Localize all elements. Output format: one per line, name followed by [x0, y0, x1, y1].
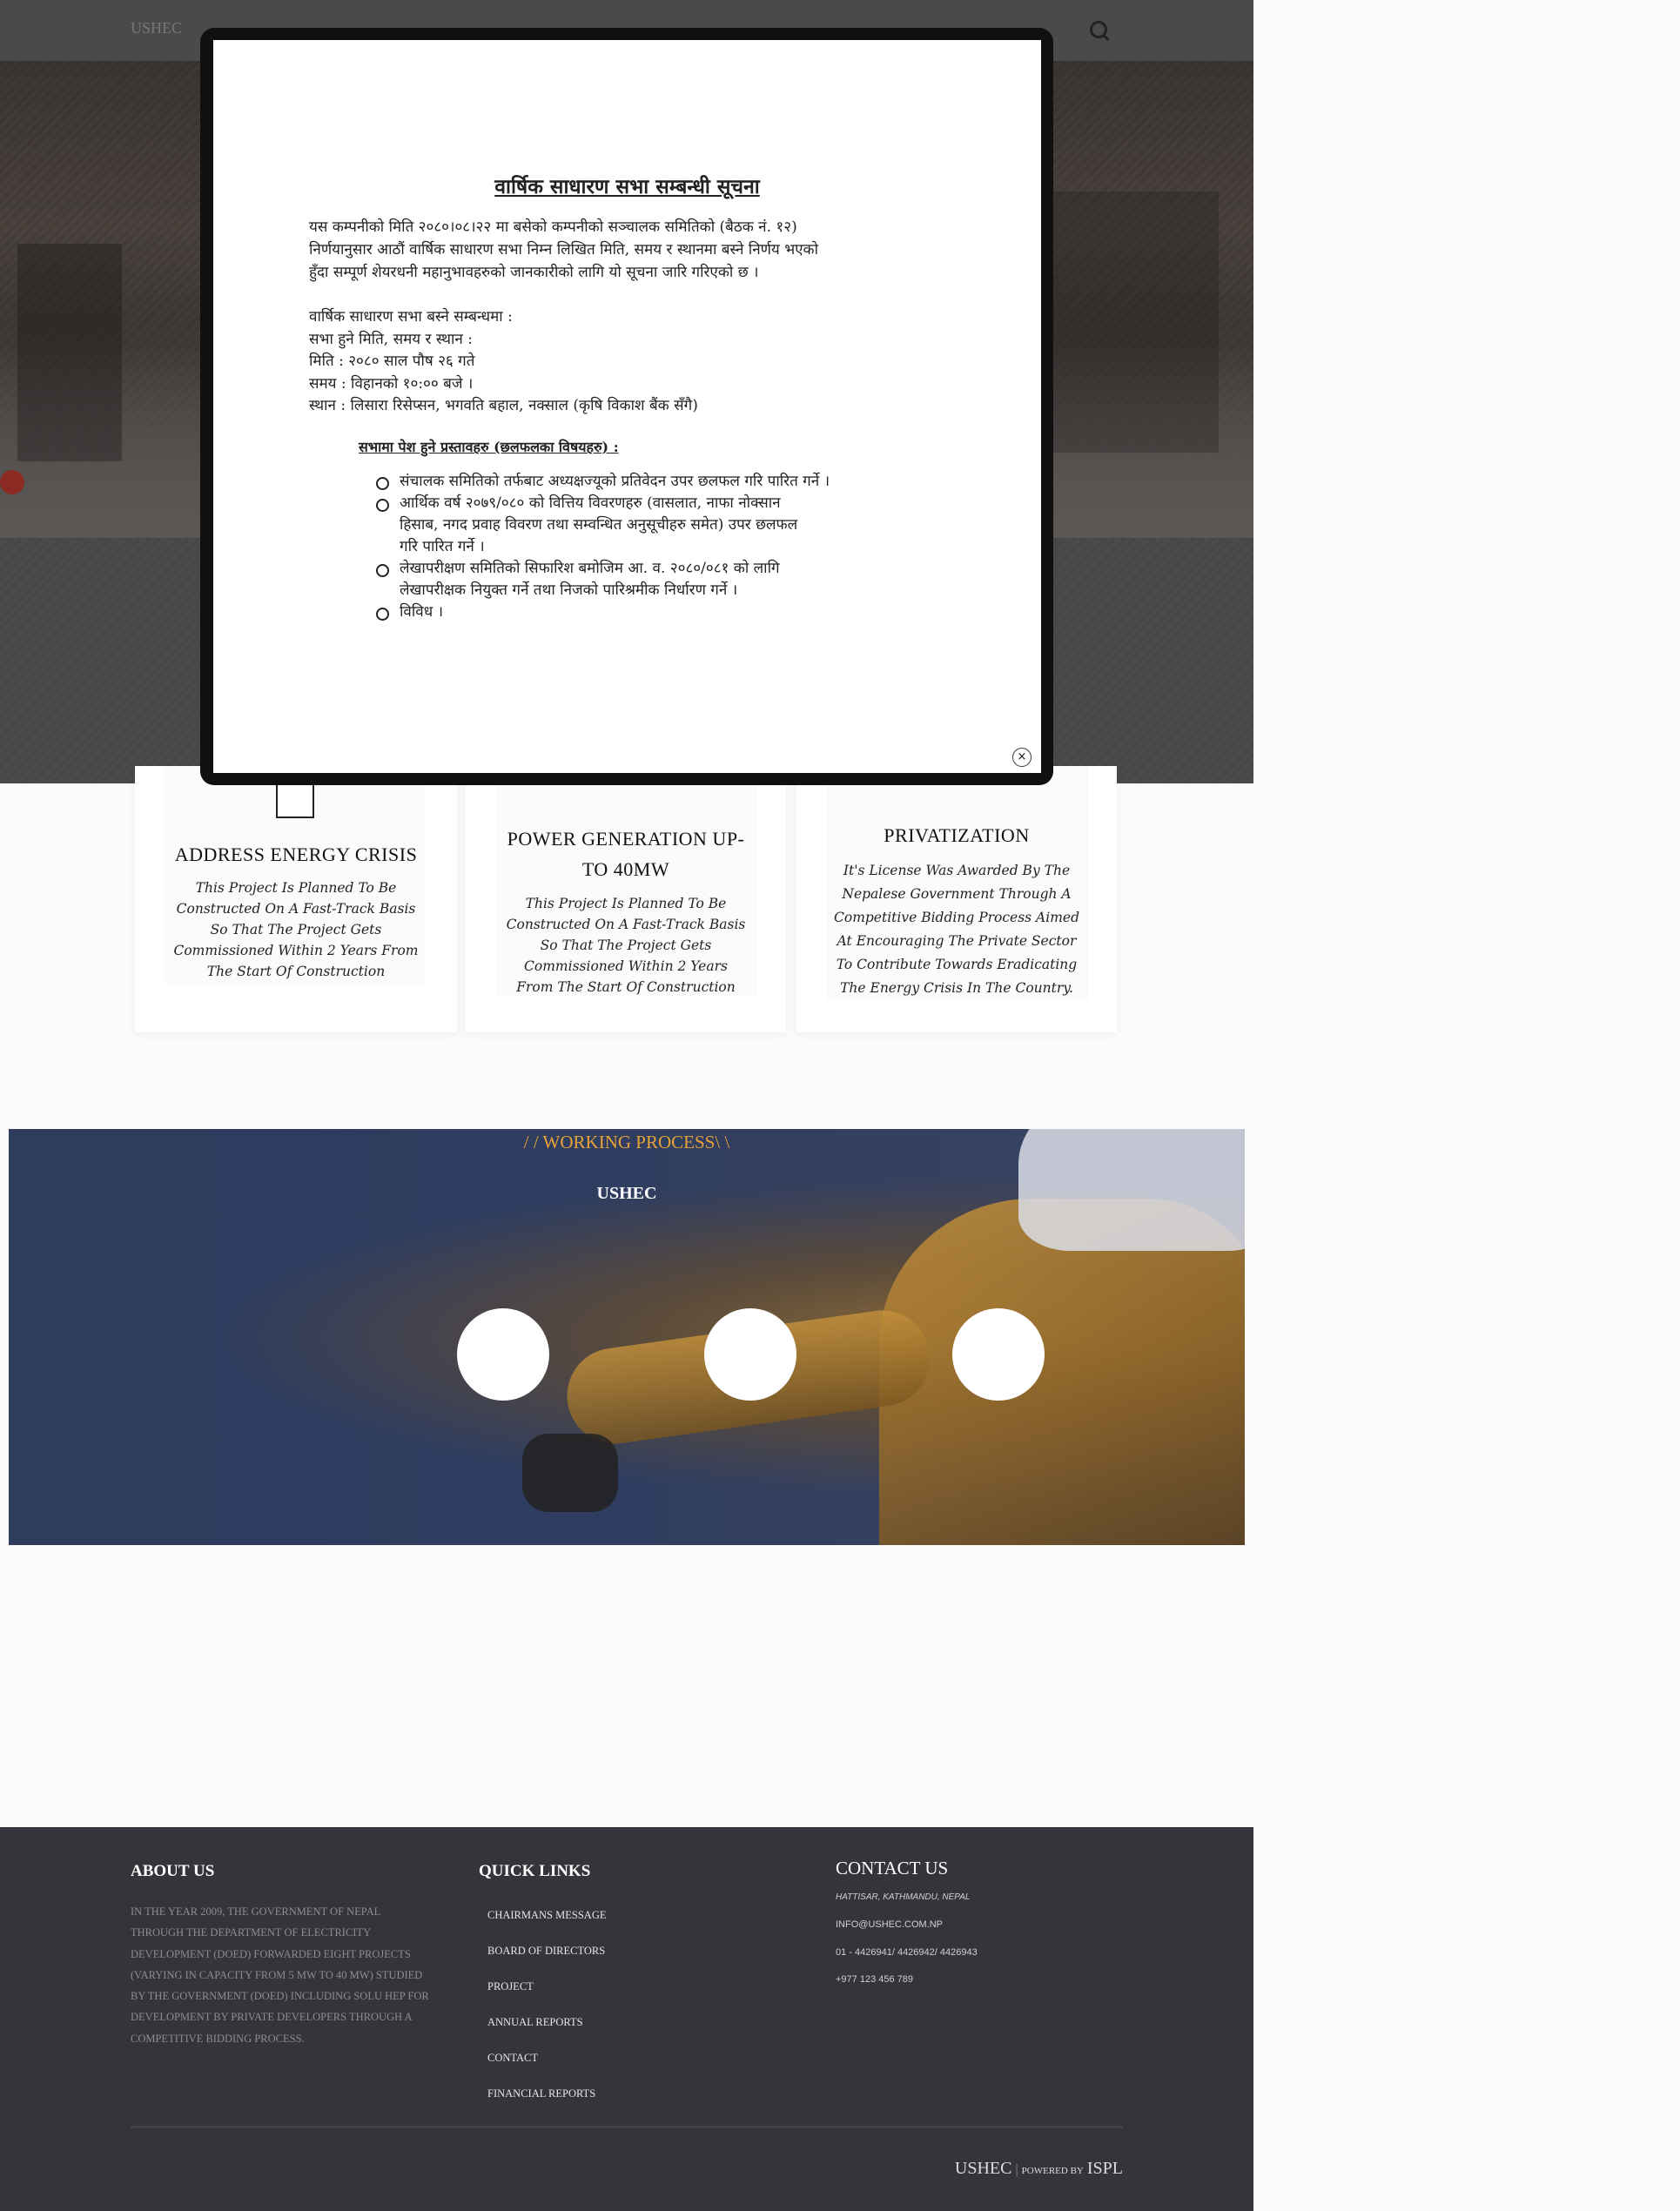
footer-mobile: +977 123 456 789	[836, 1974, 914, 1985]
footer-link-project[interactable]: PROJECT	[487, 1980, 534, 1993]
feature-icon	[276, 783, 314, 818]
agenda-item: लेखापरीक्षण समितिको सिफारिश बमोजिम आ. व.…	[376, 558, 944, 601]
bullet-icon	[376, 477, 389, 490]
brand-logo[interactable]: USHEC	[131, 19, 182, 37]
footer-contact-heading: CONTACT US	[836, 1858, 949, 1878]
search-icon[interactable]	[1090, 21, 1107, 38]
feature-card-privatization: PRIVATIZATION It's License Was Awarded B…	[796, 766, 1117, 1032]
feature-title: ADDRESS ENERGY CRISIS	[174, 843, 418, 865]
footer-about-text: IN THE YEAR 2009, THE GOVERNMENT OF NEPA…	[131, 1905, 429, 2045]
notice-meeting-details: वार्षिक साधारण सभा बस्ने सम्बन्धमा : सभा…	[309, 306, 944, 418]
feature-title: POWER GENERATION UP-TO 40MW	[507, 828, 745, 880]
bullet-icon	[376, 608, 389, 621]
feature-text: It's License Was Awarded By The Nepalese…	[834, 863, 1079, 996]
notice-intro-line: हुँदा सम्पूर्ण शेयरधनी महानुभावहरुको जान…	[309, 264, 759, 281]
meeting-line: स्थान : लिसारा रिसेप्सन, भगवति बहाल, नक्…	[309, 397, 698, 414]
meeting-line: मिति : २०८० साल पौष २६ गते	[309, 353, 475, 370]
process-step-2[interactable]	[704, 1308, 796, 1401]
notice-intro: यस कम्पनीको मिति २०८०।०८।२२ मा बसेको कम्…	[309, 216, 944, 284]
footer-link-board-of-directors[interactable]: BOARD OF DIRECTORS	[487, 1945, 605, 1958]
process-step-1[interactable]	[457, 1308, 549, 1401]
agenda-item: विविध ।	[376, 601, 944, 623]
feature-text: This Project Is Planned To Be Constructe…	[173, 880, 419, 979]
feature-text: This Project Is Planned To Be Constructe…	[506, 896, 746, 995]
agenda-list: संचालक समितिको तर्फबाट अध्यक्षज्यूको प्र…	[376, 471, 944, 623]
copyright-brand: USHEC	[954, 2159, 1012, 2178]
footer-phone: 01 - 4426941/ 4426942/ 4426943	[836, 1947, 978, 1958]
agenda-item: संचालक समितिको तर्फबाट अध्यक्षज्यूको प्र…	[376, 471, 944, 493]
footer-copyright: USHEC | POWERED BY ISPL	[954, 2159, 1123, 2178]
footer-about-heading: ABOUT US	[131, 1862, 215, 1880]
feature-card-power-generation: POWER GENERATION UP-TO 40MW This Project…	[466, 766, 786, 1032]
powered-by-brand[interactable]: ISPL	[1087, 2159, 1123, 2178]
process-title: / / WORKING PROCESS\ \	[523, 1132, 730, 1153]
footer-links-heading: QUICK LINKS	[479, 1862, 591, 1880]
footer-link-chairmans-message[interactable]: CHAIRMANS MESSAGE	[487, 1909, 606, 1922]
footer-link-annual-reports[interactable]: ANNUAL REPORTS	[487, 2016, 583, 2029]
meeting-line: समय : विहानको १०:०० बजे ।	[309, 374, 474, 393]
modal-close-button[interactable]: ×	[1012, 748, 1032, 767]
footer-link-contact[interactable]: CONTACT	[487, 2052, 538, 2065]
meeting-line: वार्षिक साधारण सभा बस्ने सम्बन्धमा :	[309, 308, 513, 326]
agenda-heading: सभामा पेश हुने प्रस्तावहरु (छलफलका विषयह…	[359, 439, 619, 455]
footer-address: HATTISAR, KATHMANDU, NEPAL	[836, 1892, 971, 1902]
notice-intro-line: निर्णयानुसार आठौं वार्षिक साधारण सभा निम…	[309, 241, 819, 259]
agenda-item: आर्थिक वर्ष २०७९/०८० को वित्तिय विवरणहरु…	[376, 493, 944, 558]
meeting-line: सभा हुने मिति, समय र स्थान :	[309, 330, 473, 348]
footer-email[interactable]: INFO@USHEC.COM.NP	[836, 1919, 943, 1930]
bullet-icon	[376, 564, 389, 577]
feature-title: PRIVATIZATION	[884, 824, 1030, 846]
process-subtitle: USHEC	[596, 1184, 657, 1203]
notice-intro-line: यस कम्पनीको मिति २०८०।०८।२२ मा बसेको कम्…	[309, 218, 797, 236]
process-step-3[interactable]	[952, 1308, 1045, 1401]
feature-card-energy-crisis: ADDRESS ENERGY CRISIS This Project Is Pl…	[135, 766, 457, 1032]
notice-title: वार्षिक साधारण सभा सम्बन्धी सूचना	[494, 175, 760, 198]
footer-link-financial-reports[interactable]: FINANCIAL REPORTS	[487, 2087, 595, 2100]
bullet-icon	[376, 499, 389, 512]
powered-by-label: POWERED BY	[1021, 2166, 1084, 2176]
